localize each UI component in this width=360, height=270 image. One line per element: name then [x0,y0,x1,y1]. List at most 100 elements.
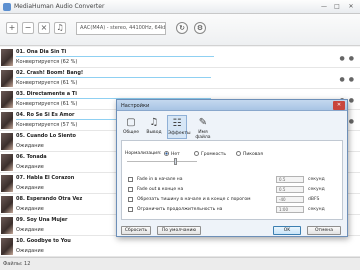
remove-row-icon[interactable]: ● [349,118,354,125]
maximize-button[interactable]: □ [331,2,343,12]
gear-icon: ⚙ [196,24,204,32]
radio-volume[interactable]: Громкость [194,151,226,157]
normalization-slider[interactable] [127,161,197,162]
radio-label: Пиковая [243,152,263,157]
close-window-button[interactable]: ✕ [345,2,357,12]
tab-label: Эффекты [168,131,191,136]
format-select[interactable]: AAC(M4A) - stereo, 44100Hz, 64kbps [76,22,166,35]
option-unit: dBFS [308,197,320,202]
fade-out-option: Fade out в конце на 0.5 секунд [128,186,340,195]
track-status: Ожидание [16,164,44,170]
album-art [1,154,13,171]
music-note-icon: ♫ [149,117,159,128]
track-title: 04. Ro Se Si Es Amor [16,112,75,118]
album-art [1,217,13,234]
app-logo-icon [3,3,11,11]
music-note-icon: ♫ [56,23,64,32]
window-title: MediaHuman Audio Converter [14,3,105,10]
threshold-stepper[interactable]: -40 [276,196,304,203]
tab-label: Вывод [146,130,162,135]
reset-button[interactable]: Сбросить [121,226,151,235]
album-art [1,238,13,255]
album-art [1,70,13,87]
track-title: 01. Ona Dia Sin Ti [16,49,67,55]
progress-bar [16,77,211,78]
option-unit: секунд [308,187,325,192]
radio-indicator [194,151,199,156]
trim-silence-checkbox[interactable] [128,197,133,202]
play-icon[interactable]: ● [340,76,345,83]
track-status: Конвертируется (62 %) [16,59,78,65]
slider-handle[interactable] [174,158,177,165]
remove-row-icon[interactable]: ● [349,97,354,104]
track-status: Ожидание [16,248,44,254]
option-label: Обрезать тишину в начале и в конце с пор… [137,197,251,202]
radio-indicator [236,151,241,156]
file-count: Файлы: 12 [3,261,31,267]
limit-duration-checkbox[interactable] [128,207,133,212]
option-unit: секунд [308,177,325,182]
radio-none[interactable]: Нет [164,151,180,157]
normalization-label: Нормализация: [125,151,162,156]
minimize-button[interactable]: — [318,2,330,12]
add-file-icon: + [8,23,16,32]
fade-in-checkbox[interactable] [128,177,133,182]
list-item[interactable]: 01. Ona Dia Sin Ti Конвертируется (62 %)… [0,47,360,68]
tab-label: Общее [122,130,140,135]
radio-label: Громкость [201,152,226,157]
convert-button[interactable]: ↻ [176,22,188,34]
radio-label: Нет [171,152,180,157]
track-title: 05. Cuando Lo Siento [16,133,76,139]
remove-button[interactable]: − [22,22,34,34]
option-unit: секунд [308,207,325,212]
tab-output[interactable]: ♫ Вывод [144,115,164,139]
radio-indicator [164,151,169,156]
toolbar: + − × ♫ AAC(M4A) - stereo, 44100Hz, 64kb… [0,14,360,46]
list-item[interactable]: 02. Crash! Boom! Bang! Конвертируется (6… [0,68,360,89]
option-label: Fade out в конце на [137,187,184,192]
track-status: Конвертируется (57 %) [16,122,78,128]
album-art [1,112,13,129]
album-art [1,49,13,66]
album-art [1,196,13,213]
track-status: Ожидание [16,227,44,233]
defaults-button[interactable]: По умолчанию [157,226,201,235]
play-icon[interactable]: ● [340,55,345,62]
fade-out-checkbox[interactable] [128,187,133,192]
track-status: Конвертируется (61 %) [16,80,78,86]
general-tab-icon: ▢ [126,117,136,128]
dialog-title-bar: Настройки ✕ [117,100,347,111]
limit-duration-option: Ограничить продолжительность на 1:00 сек… [128,206,340,215]
pen-icon: ✎ [198,117,208,128]
add-files-button[interactable]: + [6,22,18,34]
remove-row-icon[interactable]: ● [349,55,354,62]
option-label: Ограничить продолжительность на [137,207,223,212]
dialog-close-button[interactable]: ✕ [333,101,345,110]
tab-filename[interactable]: ✎ Имя файла [191,115,215,140]
convert-icon: ↻ [179,24,185,32]
option-label: Fade in в начале на [137,177,183,182]
itunes-button[interactable]: ♫ [54,22,66,34]
remove-row-icon[interactable]: ● [349,76,354,83]
track-title: 08. Esperando Otra Vez [16,196,83,202]
list-item[interactable]: 10. Goodbye to You Ожидание [0,236,360,257]
track-title: 03. Directamente a Ti [16,91,77,97]
fade-in-stepper[interactable]: 0.5 [276,176,304,183]
cancel-button[interactable]: Отмена [307,226,341,235]
radio-peak[interactable]: Пиковая [236,151,263,157]
fade-out-stepper[interactable]: 0.5 [276,186,304,193]
track-title: 09. Soy Una Mujer [16,217,68,223]
remove-icon: − [24,23,32,32]
duration-stepper[interactable]: 1:00 [276,206,304,213]
settings-button[interactable]: ⚙ [194,22,206,34]
track-status: Конвертируется (61 %) [16,101,78,107]
track-status: Ожидание [16,143,44,149]
tab-general[interactable]: ▢ Общее [121,115,141,139]
clear-list-button[interactable]: × [38,22,50,34]
track-status: Ожидание [16,206,44,212]
dialog-title: Настройки [121,103,150,109]
clear-icon: × [40,23,48,32]
ok-button[interactable]: OK [273,226,301,235]
album-art [1,91,13,108]
tab-effects[interactable]: ☷ Эффекты [167,115,191,139]
